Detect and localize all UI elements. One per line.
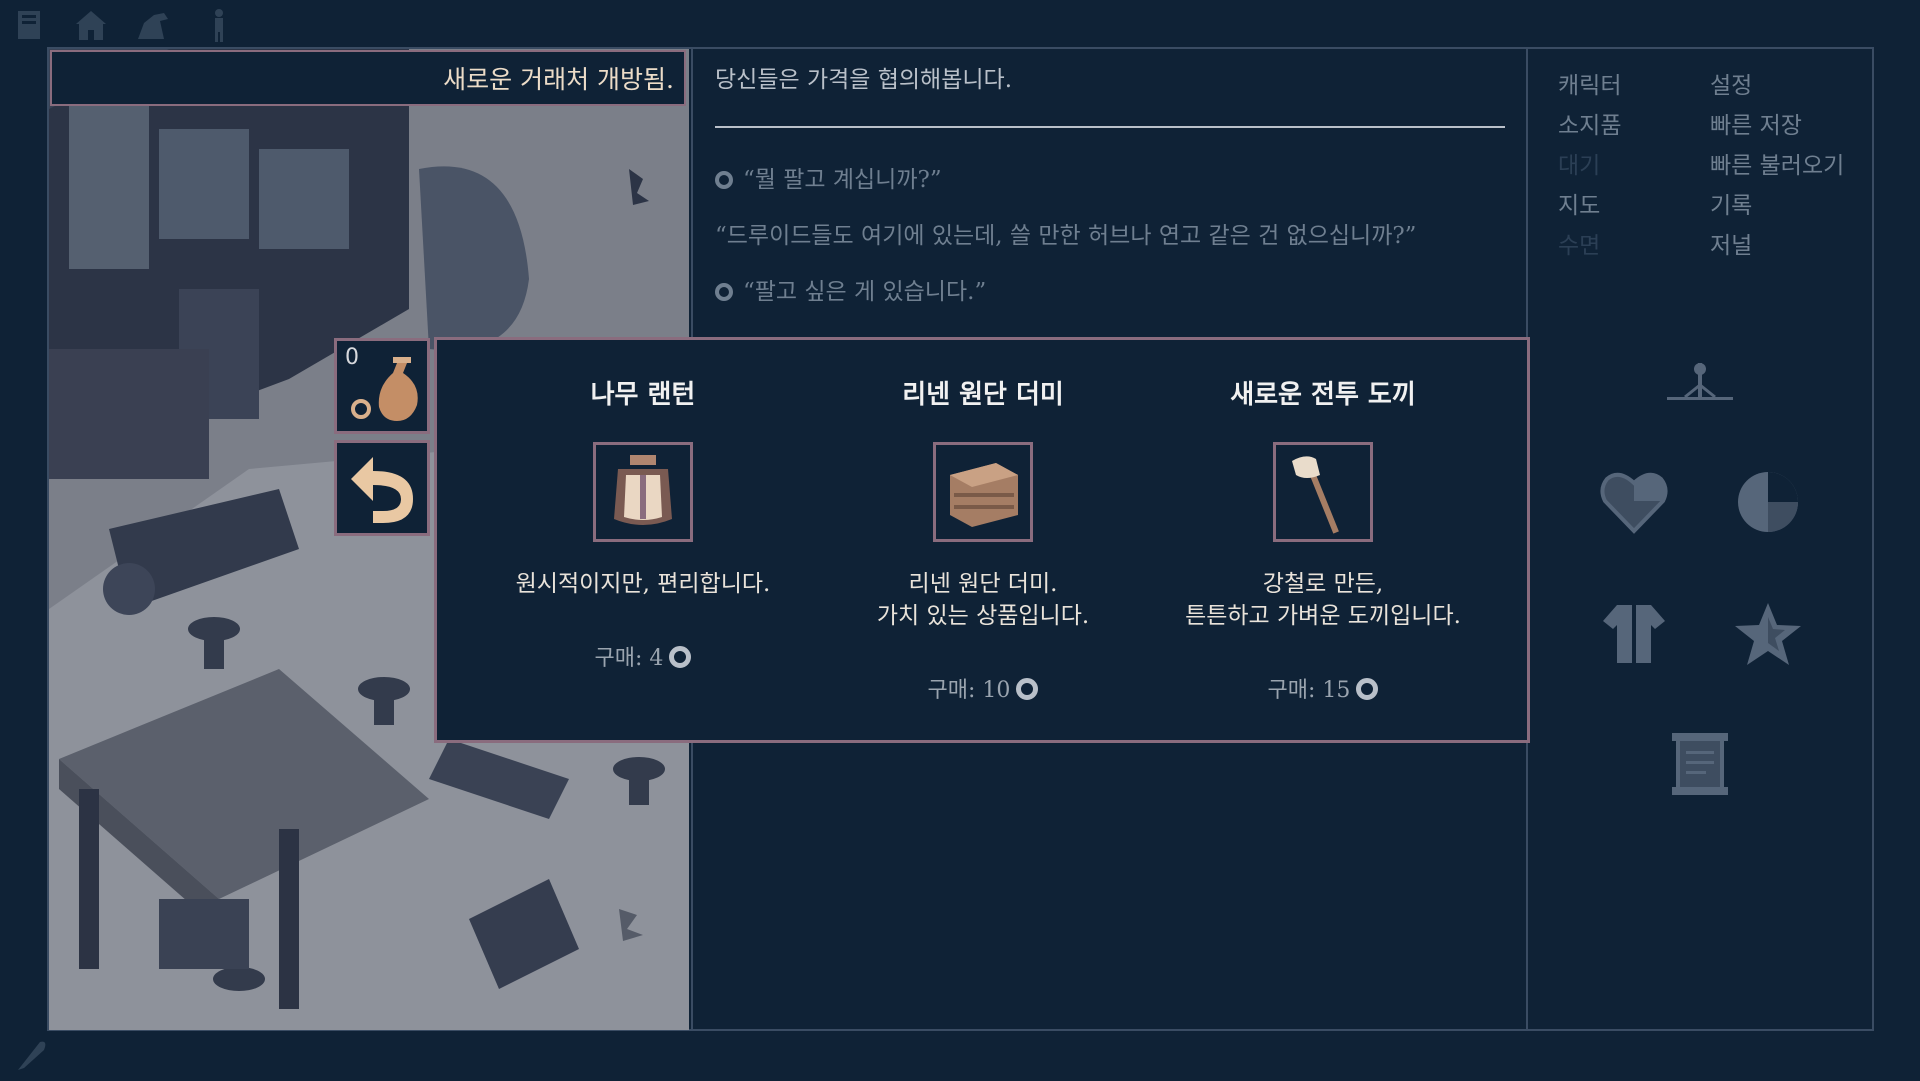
narration-intro: 당신들은 가격을 협의해봅니다. — [715, 67, 1013, 93]
coin-icon — [1016, 678, 1039, 700]
item-name: 새로운 전투 도끼 — [1230, 380, 1416, 410]
item-name: 리넨 원단 더미 — [902, 380, 1064, 410]
item-name: 나무 랜턴 — [590, 380, 696, 410]
heart-icon[interactable] — [1596, 464, 1672, 540]
village-icon[interactable] — [72, 4, 110, 46]
pie-icon[interactable] — [1730, 464, 1806, 540]
trade-item-linen[interactable]: 리넨 원단 더미 리넨 원단 더미. 가치 있는 상품입니다. 구매: 10 — [813, 340, 1153, 740]
speaker-icon — [715, 283, 733, 301]
compass-icon[interactable] — [1660, 350, 1740, 410]
linen-icon — [950, 463, 1018, 527]
coin-pouch-icon — [351, 357, 418, 421]
dialogue-option[interactable]: “뭘 팔고 계십니까?” — [715, 160, 942, 194]
item-price: 구매: 15 — [1153, 672, 1493, 704]
menu-inventory[interactable]: 소지품 — [1558, 106, 1621, 140]
menu-character[interactable]: 캐릭터 — [1558, 66, 1621, 100]
item-image — [593, 442, 693, 542]
axe-icon — [1292, 456, 1339, 534]
item-description: 강철로 만든, 튼튼하고 가벼운 도끼입니다. — [1153, 568, 1493, 632]
feather-icon[interactable] — [14, 1036, 48, 1074]
item-description: 원시적이지만, 편리합니다. — [473, 568, 813, 600]
undo-arrow-icon — [351, 457, 413, 523]
item-description: 리넨 원단 더미. 가치 있는 상품입니다. — [813, 568, 1153, 632]
menu-quick-save[interactable]: 빠른 저장 — [1710, 106, 1802, 140]
item-description-line: 튼튼하고 가벼운 도끼입니다. — [1185, 603, 1461, 629]
coin-icon — [1356, 678, 1379, 700]
menu-wait: 대기 — [1558, 153, 1601, 179]
lantern-icon — [614, 455, 672, 525]
item-description-line: 리넨 원단 더미. — [908, 571, 1058, 597]
menu-settings[interactable]: 설정 — [1710, 66, 1752, 100]
item-image — [933, 442, 1033, 542]
item-image — [1273, 442, 1373, 542]
speaker-icon — [715, 171, 733, 189]
horse-icon[interactable] — [134, 4, 172, 46]
shirt-icon[interactable] — [1596, 596, 1672, 672]
item-description-line: 원시적이지만, 편리합니다. — [515, 571, 771, 597]
item-price-label: 구매: 4 — [594, 646, 664, 671]
item-description-line: 강철로 만든, — [1262, 571, 1384, 597]
dialogue-text: “팔고 싶은 게 있습니다.” — [743, 279, 987, 305]
menu-journal[interactable]: 저널 — [1710, 226, 1752, 260]
trade-item-lantern[interactable]: 나무 랜턴 원시적이지만, 편리합니다. 구매: 4 — [473, 340, 813, 740]
journal-icon[interactable] — [10, 4, 48, 46]
dialogue-option[interactable]: “팔고 싶은 게 있습니다.” — [715, 272, 986, 306]
item-price: 구매: 10 — [813, 672, 1153, 704]
person-icon[interactable] — [200, 4, 238, 46]
notice-text: 새로운 거래처 개방됨. — [443, 65, 674, 94]
notice-banner: 새로운 거래처 개방됨. — [50, 50, 686, 106]
menu-log[interactable]: 기록 — [1710, 186, 1752, 220]
scroll-icon[interactable] — [1662, 724, 1738, 804]
menu-sleep: 수면 — [1558, 233, 1601, 259]
item-price-label: 구매: 15 — [1267, 678, 1351, 703]
item-price: 구매: 4 — [473, 640, 813, 672]
divider — [715, 126, 1505, 128]
item-description-line: 가치 있는 상품입니다. — [876, 603, 1090, 629]
trade-item-axe[interactable]: 새로운 전투 도끼 강철로 만든, 튼튼하고 가벼운 도끼입니다. 구매: 15 — [1153, 340, 1493, 740]
back-button[interactable] — [334, 440, 430, 536]
menu-quick-load[interactable]: 빠른 불러오기 — [1710, 146, 1844, 180]
menu-map[interactable]: 지도 — [1558, 186, 1600, 220]
dialogue-text: “드루이드들도 여기에 있는데, 쓸 만한 허브나 연고 같은 건 없으십니까?… — [715, 223, 1417, 249]
dialogue-line: “드루이드들도 여기에 있는데, 쓸 만한 허브나 연고 같은 건 없으십니까?… — [715, 216, 1416, 250]
trade-dialog: 나무 랜턴 원시적이지만, 편리합니다. 구매: 4 리넨 원단 더미 리넨 원… — [434, 337, 1530, 743]
coin-icon — [669, 646, 692, 668]
dialogue-text: “뭘 팔고 계십니까?” — [743, 167, 942, 193]
inventory-slot[interactable]: 0 — [334, 338, 430, 434]
star-icon[interactable] — [1730, 596, 1806, 672]
item-price-label: 구매: 10 — [927, 678, 1011, 703]
